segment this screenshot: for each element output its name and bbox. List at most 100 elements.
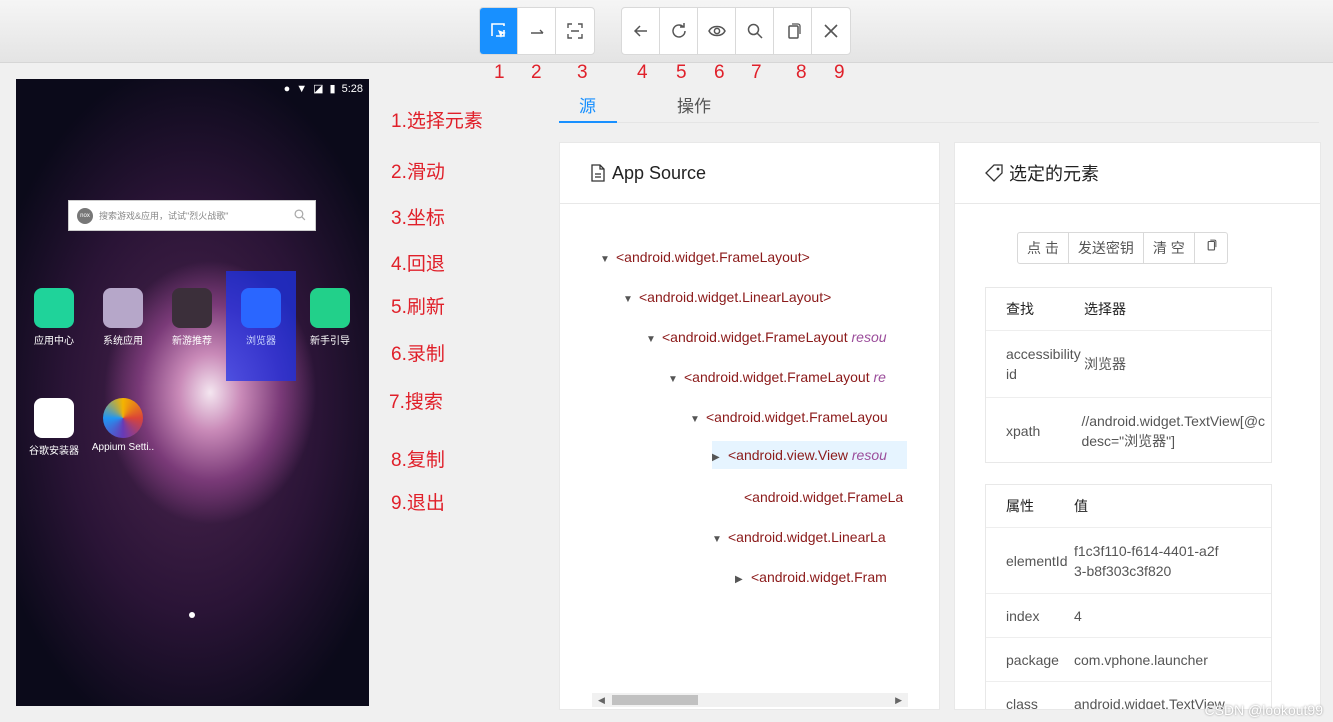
app-center-icon: [34, 288, 74, 328]
quit-button[interactable]: [812, 8, 850, 54]
wifi-icon: ▼: [296, 82, 308, 95]
file-icon: [591, 164, 605, 182]
send-keys-button[interactable]: 发送密钥: [1069, 233, 1144, 263]
google-installer-icon: [34, 398, 74, 438]
tree-node[interactable]: ▶ <android.widget.Fram: [735, 569, 887, 585]
attribute-value: android.widget.TextView: [1074, 695, 1225, 710]
back-arrow-icon: [633, 25, 647, 37]
phone-search-box[interactable]: nox 搜索游戏&应用，试试"烈火战歌": [68, 200, 316, 231]
annotation-number: 7: [751, 62, 762, 83]
toolbar-group-actions: [621, 7, 851, 55]
selector-value[interactable]: //android.widget.TextView[@c desc="浏览器"]: [1081, 411, 1271, 451]
attribute-value: f1c3f110-f614-4401-a2f3-b8f303c3f820: [1074, 542, 1219, 579]
app-icon[interactable]: 浏览器: [229, 288, 293, 347]
device-screenshot[interactable]: ● ▼ ◪ ▮ 5:28 nox 搜索游戏&应用，试试"烈火战歌" 应用中心 系…: [16, 79, 369, 706]
back-button[interactable]: [622, 8, 660, 54]
select-cursor-icon: [490, 23, 506, 38]
horizontal-scrollbar[interactable]: ◀ ▶: [592, 693, 908, 707]
tree-node[interactable]: ▼ <android.widget.FrameLayout re: [668, 369, 886, 385]
nox-logo-icon: nox: [77, 207, 93, 224]
attribute-value: 4: [1074, 607, 1082, 624]
active-tab-indicator: [559, 121, 617, 123]
tree-node[interactable]: ▼ <android.widget.LinearLa: [712, 529, 886, 545]
tree-node[interactable]: ▼ <android.widget.FrameLayout>: [600, 249, 810, 265]
legend-item: 9.退出: [391, 493, 445, 514]
copy-attributes-button[interactable]: [1195, 233, 1227, 263]
app-icon[interactable]: 系统应用: [91, 288, 155, 347]
table-header: 值: [1074, 498, 1088, 514]
clear-button[interactable]: 清 空: [1144, 233, 1195, 263]
app-label: 谷歌安装器: [29, 446, 79, 457]
phone-search-placeholder: 搜索游戏&应用，试试"烈火战歌": [99, 211, 229, 221]
selected-element-header: 选定的元素: [955, 143, 1320, 204]
caret-down-icon: ▼: [623, 294, 633, 305]
element-actions: 点 击 发送密钥 清 空: [1017, 232, 1228, 264]
caret-down-icon: ▼: [668, 374, 678, 385]
app-icon[interactable]: 新手引导: [298, 288, 362, 347]
tree-node-selected[interactable]: ▶ <android.view.View resou: [712, 441, 907, 469]
legend-item: 8.复制: [391, 450, 445, 471]
search-button[interactable]: [736, 8, 774, 54]
guide-icon: [310, 288, 350, 328]
copy-icon: [787, 23, 801, 39]
select-element-button[interactable]: [480, 8, 518, 54]
table-header: 选择器: [1084, 301, 1126, 317]
swipe-arrow-icon: [530, 29, 543, 34]
app-icon[interactable]: Appium Setti..: [91, 398, 155, 453]
legend-item: 4.回退: [391, 254, 445, 275]
swipe-button[interactable]: [518, 8, 556, 54]
scroll-right-icon[interactable]: ▶: [895, 693, 902, 707]
system-apps-icon: [103, 288, 143, 328]
app-icon[interactable]: 新游推荐: [160, 288, 224, 347]
table-header: 属性: [1006, 498, 1034, 514]
annotation-number: 6: [714, 62, 725, 83]
attribute-name: index: [1006, 607, 1040, 624]
app-icon[interactable]: 谷歌安装器: [22, 398, 86, 457]
card-title: 选定的元素: [1009, 164, 1099, 184]
signal-icon: ◪: [313, 83, 324, 95]
caret-down-icon: ▼: [600, 254, 610, 265]
legend-item: 3.坐标: [391, 208, 445, 229]
tap-coordinates-button[interactable]: [556, 8, 594, 54]
source-tree[interactable]: ▼ <android.widget.FrameLayout> ▼ <android.…: [560, 205, 908, 595]
copy-button[interactable]: [774, 8, 812, 54]
caret-down-icon: ▼: [690, 414, 700, 425]
table-header: 查找: [1006, 301, 1034, 317]
attribute-name: elementId: [1006, 552, 1068, 569]
location-icon: ●: [283, 82, 291, 95]
tab-source[interactable]: 源: [579, 92, 596, 117]
search-icon: [294, 209, 306, 221]
scroll-left-icon[interactable]: ◀: [598, 693, 605, 707]
selected-element-card: 选定的元素 点 击 发送密钥 清 空 查找 选择器 accessibility …: [954, 142, 1321, 710]
scrollbar-thumb[interactable]: [612, 695, 698, 705]
legend-item: 1.选择元素: [391, 111, 483, 132]
attribute-name: package: [1006, 651, 1059, 668]
annotation-number: 1: [494, 62, 505, 83]
app-label: 新游推荐: [172, 336, 212, 347]
search-icon: [747, 23, 763, 39]
legend-item: 7.搜索: [389, 392, 443, 413]
caret-down-icon: ▼: [712, 534, 722, 545]
tree-node[interactable]: ▼ <android.widget.FrameLayout resou: [646, 329, 887, 345]
new-games-icon: [172, 288, 212, 328]
record-button[interactable]: [698, 8, 736, 54]
app-label: Appium Setti..: [91, 442, 155, 453]
tree-node[interactable]: ▼ <android.widget.FrameLayou: [690, 409, 888, 425]
tab-actions[interactable]: 操作: [677, 92, 711, 117]
legend-item: 6.录制: [391, 344, 445, 365]
tree-node[interactable]: ▼ <android.widget.LinearLayout>: [623, 289, 831, 305]
annotation-number: 9: [834, 62, 845, 83]
refresh-button[interactable]: [660, 8, 698, 54]
app-label: 应用中心: [34, 336, 74, 347]
eye-icon: [707, 25, 726, 37]
attribute-value: com.vphone.launcher: [1074, 651, 1208, 668]
crosshair-frame-icon: [567, 23, 583, 39]
selector-value[interactable]: 浏览器: [1084, 354, 1126, 374]
inspector-tabs: 源 操作: [559, 84, 1319, 123]
tree-node[interactable]: <android.widget.FrameLa: [728, 489, 903, 505]
close-icon: [824, 24, 838, 38]
app-source-card: App Source ▼ <android.widget.FrameLayout>…: [559, 142, 940, 710]
tag-icon: [985, 164, 1003, 182]
app-icon[interactable]: 应用中心: [22, 288, 86, 347]
tap-element-button[interactable]: 点 击: [1018, 233, 1069, 263]
